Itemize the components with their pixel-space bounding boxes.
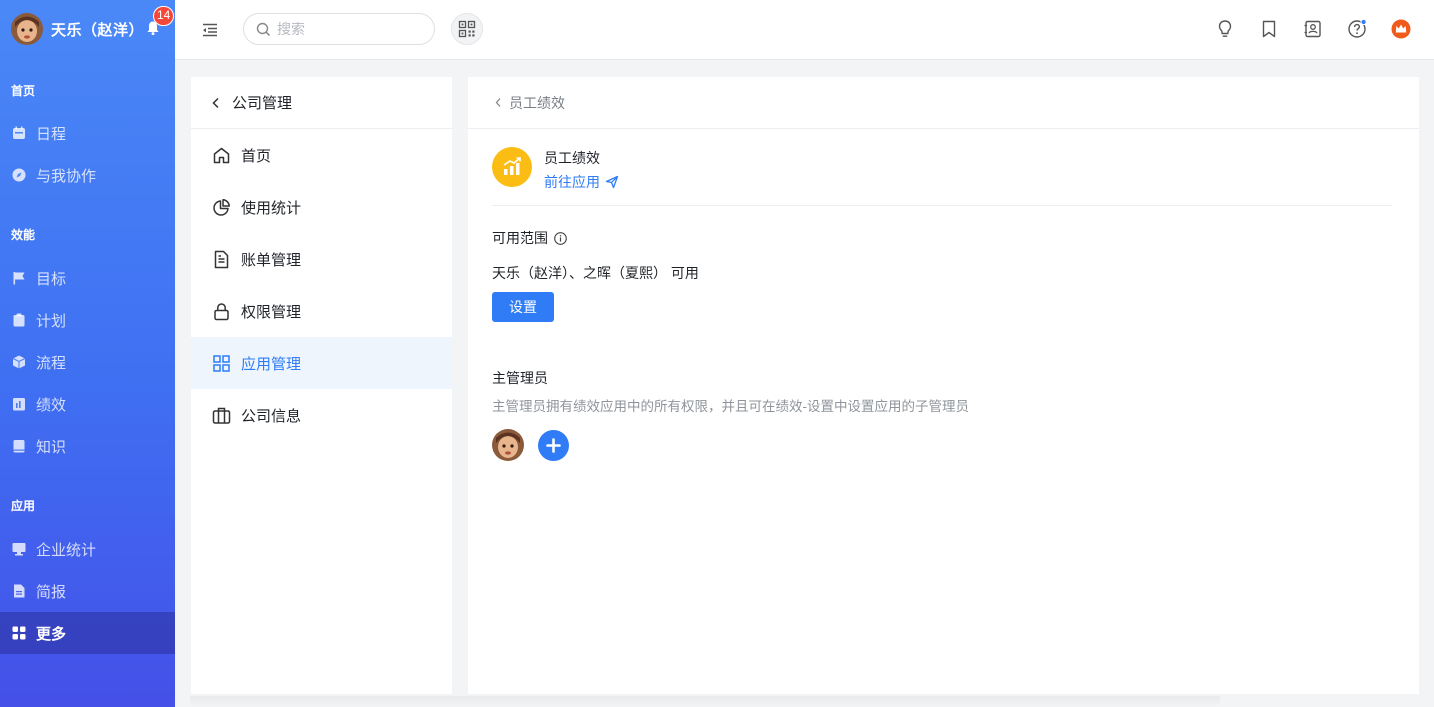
set-scope-button[interactable]: 设置 bbox=[492, 292, 554, 322]
notification-badge: 14 bbox=[153, 6, 175, 26]
nav-item-enterprise-stats[interactable]: 企业统计 bbox=[0, 528, 175, 570]
monitor-icon bbox=[12, 543, 26, 556]
nav-item-label: 与我协作 bbox=[36, 167, 97, 185]
app-name: 员工绩效 bbox=[544, 150, 600, 166]
breadcrumb-label: 员工绩效 bbox=[509, 94, 565, 111]
submenu-item-label: 应用管理 bbox=[241, 355, 302, 373]
main-admin-description: 主管理员拥有绩效应用中的所有权限，并且可在绩效-设置中设置应用的子管理员 bbox=[492, 399, 969, 414]
submenu-item-label: 账单管理 bbox=[241, 251, 302, 269]
document-icon bbox=[214, 250, 229, 268]
submenu-item-label: 首页 bbox=[241, 147, 272, 165]
chevron-left-icon bbox=[495, 98, 501, 107]
breadcrumb[interactable]: 员工绩效 bbox=[468, 77, 1419, 129]
submenu-item-label: 公司信息 bbox=[241, 407, 302, 425]
submenu-back-header[interactable]: 公司管理 bbox=[191, 77, 452, 129]
bar-chart-icon bbox=[503, 157, 521, 175]
submenu-item-permissions[interactable]: 权限管理 bbox=[191, 285, 452, 337]
collapse-menu-icon[interactable] bbox=[201, 21, 219, 39]
submenu-item-usage-stats[interactable]: 使用统计 bbox=[191, 181, 452, 233]
go-to-app-link[interactable]: 前往应用 bbox=[544, 172, 619, 192]
nav-item-briefing[interactable]: 简报 bbox=[0, 570, 175, 612]
nav-section-apps: 应用 bbox=[11, 499, 36, 513]
lock-icon bbox=[214, 302, 229, 320]
briefcase-icon bbox=[212, 407, 231, 424]
home-icon bbox=[213, 147, 230, 163]
nav-item-process[interactable]: 流程 bbox=[0, 341, 175, 383]
add-admin-button[interactable] bbox=[538, 430, 569, 461]
page-bottom-shadow bbox=[190, 696, 1220, 707]
contacts-icon[interactable] bbox=[1303, 19, 1323, 39]
user-avatar[interactable] bbox=[11, 13, 43, 45]
qr-code-icon bbox=[458, 20, 476, 38]
qr-code-button[interactable] bbox=[451, 13, 483, 45]
send-icon bbox=[605, 175, 619, 189]
submenu-item-billing[interactable]: 账单管理 bbox=[191, 233, 452, 285]
top-bar bbox=[175, 0, 1434, 60]
nav-item-label: 知识 bbox=[36, 438, 67, 456]
availability-title: 可用范围 bbox=[492, 228, 567, 248]
plus-icon bbox=[546, 438, 561, 453]
calendar-icon bbox=[13, 126, 25, 139]
flag-icon bbox=[13, 272, 25, 285]
report-icon bbox=[14, 584, 25, 598]
search-input[interactable] bbox=[277, 21, 417, 37]
nav-item-label: 简报 bbox=[36, 583, 67, 601]
lightbulb-icon[interactable] bbox=[1215, 19, 1235, 39]
submenu-item-label: 使用统计 bbox=[241, 199, 302, 217]
chart-book-icon bbox=[13, 398, 25, 411]
info-icon[interactable] bbox=[554, 231, 567, 245]
apps-icon bbox=[213, 354, 230, 372]
nav-item-label: 企业统计 bbox=[36, 541, 97, 559]
submenu-item-company-info[interactable]: 公司信息 bbox=[191, 389, 452, 441]
app-summary: 员工绩效 前往应用 bbox=[492, 147, 1392, 206]
chevron-left-icon bbox=[212, 97, 219, 108]
nav-section-efficiency: 效能 bbox=[11, 228, 36, 242]
nav-item-schedule[interactable]: 日程 bbox=[0, 112, 175, 154]
nav-item-label: 更多 bbox=[36, 625, 67, 643]
help-icon[interactable] bbox=[1347, 19, 1367, 39]
submenu-item-app-management[interactable]: 应用管理 bbox=[191, 337, 452, 389]
nav-item-goals[interactable]: 目标 bbox=[0, 257, 175, 299]
clipboard-icon bbox=[13, 313, 25, 327]
search-box[interactable] bbox=[243, 13, 435, 45]
nav-section-home: 首页 bbox=[11, 84, 36, 98]
nav-item-more[interactable]: 更多 bbox=[0, 612, 175, 654]
nav-item-knowledge[interactable]: 知识 bbox=[0, 425, 175, 467]
nav-item-label: 流程 bbox=[36, 354, 67, 372]
admin-avatar[interactable] bbox=[492, 429, 524, 461]
user-profile[interactable]: 天乐（赵洋） 14 bbox=[0, 0, 175, 58]
pie-chart-icon bbox=[213, 198, 230, 216]
nav-item-label: 目标 bbox=[36, 270, 67, 288]
nav-item-label: 日程 bbox=[36, 125, 67, 143]
nav-item-plans[interactable]: 计划 bbox=[0, 299, 175, 341]
performance-app-logo bbox=[492, 147, 532, 187]
left-nav: 天乐（赵洋） 14 首页 日程 与我协作 效能 目标 计划 流程 绩效 知识 应… bbox=[0, 0, 175, 707]
book-icon bbox=[13, 440, 25, 453]
compass-icon bbox=[12, 168, 26, 182]
grid-icon bbox=[12, 626, 26, 640]
brand-crown-icon[interactable] bbox=[1391, 19, 1411, 39]
company-management-menu: 公司管理 首页 使用统计 账单管理 权限管理 应用管理 公司信息 bbox=[191, 77, 452, 694]
availability-scope-text: 天乐（赵洋）、之晖（夏熙） 可用 bbox=[492, 265, 699, 281]
nav-item-label: 绩效 bbox=[36, 396, 67, 414]
main-admin-title: 主管理员 bbox=[492, 370, 548, 386]
user-name: 天乐（赵洋） bbox=[51, 21, 145, 39]
search-icon bbox=[256, 22, 271, 36]
submenu-item-home[interactable]: 首页 bbox=[191, 129, 452, 181]
submenu-item-label: 权限管理 bbox=[241, 303, 302, 321]
submenu-title: 公司管理 bbox=[232, 95, 293, 112]
bookmark-icon[interactable] bbox=[1259, 19, 1279, 39]
cube-icon bbox=[12, 355, 26, 369]
go-to-app-label: 前往应用 bbox=[544, 174, 600, 190]
nav-item-performance[interactable]: 绩效 bbox=[0, 383, 175, 425]
app-detail-panel: 员工绩效 员工绩效 前往应用 可用范围 天乐（赵洋）、之晖（夏熙） 可用 设置 … bbox=[468, 77, 1419, 694]
nav-item-label: 计划 bbox=[36, 312, 67, 330]
availability-title-label: 可用范围 bbox=[492, 230, 548, 246]
nav-item-collaboration[interactable]: 与我协作 bbox=[0, 154, 175, 196]
